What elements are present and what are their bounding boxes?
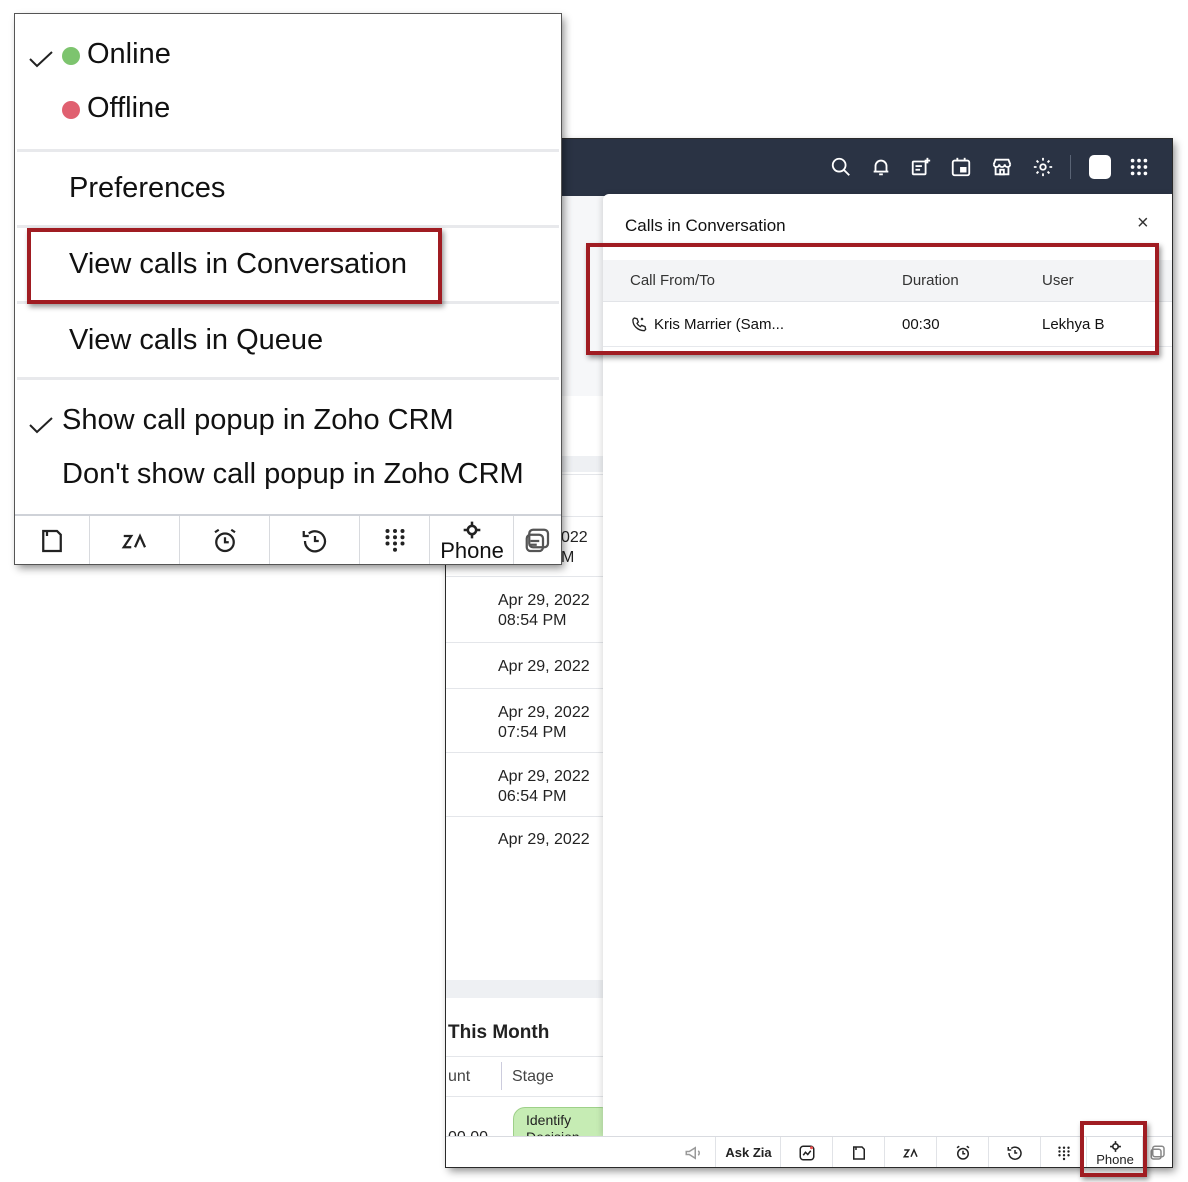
date-cell: Apr 29, 2022 [498,592,590,609]
calendar-icon[interactable] [949,153,973,181]
date-cell: Apr 29, 2022 [498,658,590,675]
signals-icon[interactable] [780,1137,833,1167]
partial-date: 022 [561,529,588,546]
preferences-option[interactable]: Preferences [69,172,225,205]
divider [1070,155,1071,179]
search-icon[interactable] [829,153,853,181]
offline-status-dot [62,101,80,119]
section-title: This Month [448,1022,550,1043]
partial-time: M [561,549,575,566]
notes-icon[interactable] [832,1137,885,1167]
status-online-option[interactable]: Online [87,38,171,71]
zia-icon[interactable] [89,516,180,564]
highlight-calls-table [586,243,1159,355]
history-icon[interactable] [269,516,360,564]
date-cell: Apr 29, 2022 [498,704,590,721]
phone-settings-button[interactable]: Phone [429,516,514,564]
reminder-icon[interactable] [179,516,270,564]
gear-icon[interactable] [1031,153,1055,181]
checkmark-icon [29,417,53,434]
close-icon[interactable]: × [1137,212,1149,235]
add-task-icon[interactable] [909,153,933,181]
highlight-view-calls-conversation [27,228,442,304]
marketplace-icon[interactable] [990,153,1014,181]
dont-show-call-popup-option[interactable]: Don't show call popup in Zoho CRM [62,458,524,491]
ask-zia-button[interactable]: Ask Zia [715,1137,781,1167]
show-call-popup-option[interactable]: Show call popup in Zoho CRM [62,404,454,437]
column-header-amount: unt [448,1068,471,1085]
time-cell: 07:54 PM [498,724,567,741]
time-cell: 08:54 PM [498,612,567,629]
avatar[interactable] [1088,153,1112,181]
notes-icon[interactable] [15,516,89,564]
phone-label: Phone [440,538,504,563]
chat-icon[interactable] [513,516,561,564]
highlight-phone-button [1080,1121,1147,1177]
announcement-icon[interactable] [670,1137,715,1167]
checkmark-icon [29,51,53,68]
column-header-stage: Stage [512,1068,554,1085]
reminder-icon[interactable] [936,1137,989,1167]
online-status-dot [62,47,80,65]
bottom-toolbar: Ask Zia Phone [446,1136,1172,1167]
time-cell: 06:54 PM [498,788,567,805]
view-calls-queue-option[interactable]: View calls in Queue [69,324,323,357]
date-cell: Apr 29, 2022 [498,768,590,785]
apps-grid-icon[interactable] [1127,153,1151,181]
history-icon[interactable] [988,1137,1041,1167]
panel-title: Calls in Conversation [625,216,786,235]
date-cell: Apr 29, 2022 [498,831,590,848]
status-offline-option[interactable]: Offline [87,92,170,125]
zia-icon[interactable] [884,1137,937,1167]
dialpad-icon[interactable] [359,516,430,564]
menu-bottom-toolbar: Phone [15,514,561,564]
bell-icon[interactable] [869,153,893,181]
section-band [446,980,604,998]
